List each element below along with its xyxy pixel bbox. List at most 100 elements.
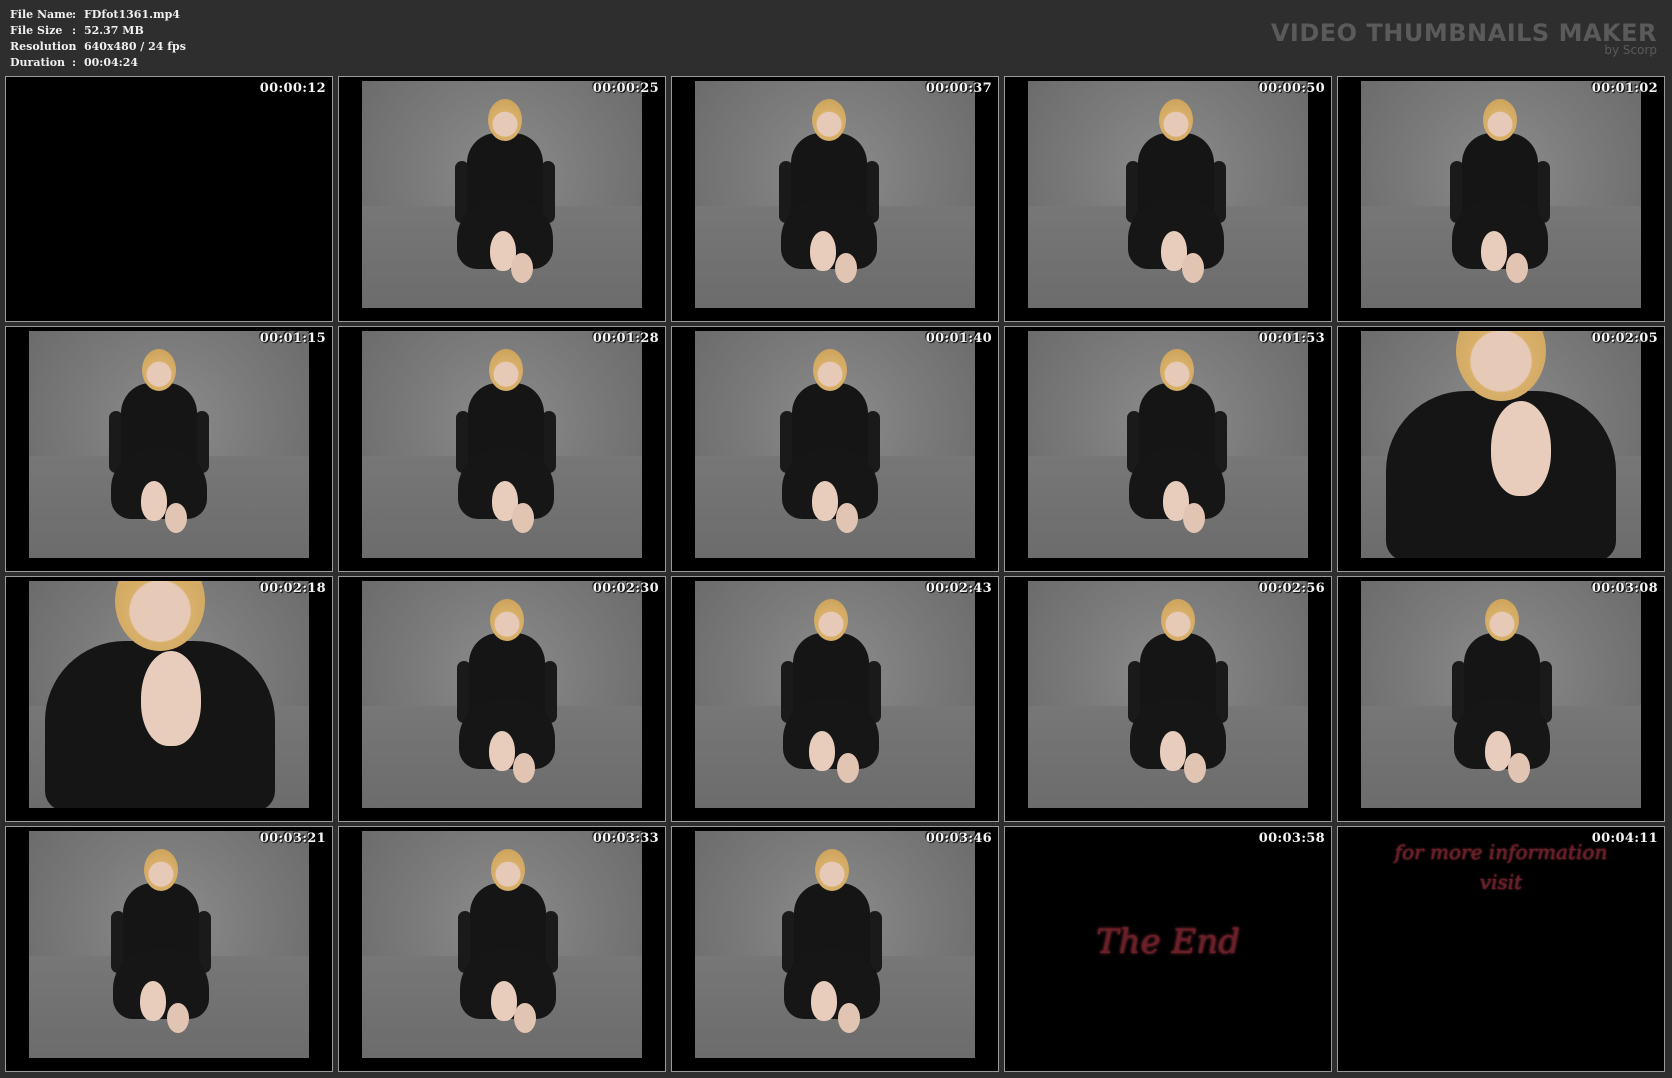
thumbnail-timestamp: 00:03:33 <box>592 831 659 846</box>
figure-foot <box>1183 503 1205 533</box>
figure-foot <box>1491 401 1551 496</box>
thumbnail-timestamp: 00:00:25 <box>592 81 659 96</box>
video-frame <box>1028 581 1308 808</box>
video-frame <box>29 831 309 1058</box>
figure-head <box>142 349 176 391</box>
figure-foot <box>1508 753 1530 783</box>
thumbnail-tile[interactable]: 00:03:46 <box>671 826 999 1072</box>
video-frame <box>1361 331 1641 558</box>
thumbnail-timestamp: 00:01:40 <box>925 331 992 346</box>
thumbnail-tile[interactable]: The End 00:03:58 <box>1004 826 1332 1072</box>
header: File Name : FDfot1361.mp4 File Size : 52… <box>0 0 1672 76</box>
video-frame <box>29 331 309 558</box>
thumbnail-tile[interactable]: 00:02:56 <box>1004 576 1332 822</box>
thumbnail-sheet: File Name : FDfot1361.mp4 File Size : 52… <box>0 0 1672 1078</box>
brand-title: VIDEO THUMBNAILS MAKER <box>1270 19 1657 47</box>
figure-foot <box>167 1003 189 1033</box>
meta-separator: : <box>72 24 77 37</box>
figure-foot <box>514 1003 536 1033</box>
meta-value: 00:04:24 <box>84 56 139 69</box>
figure-head <box>814 599 848 641</box>
figure-foot <box>1506 253 1528 283</box>
meta-label: File Name <box>10 8 73 21</box>
thumbnail-timestamp: 00:03:46 <box>925 831 992 846</box>
thumbnail-tile[interactable]: 00:03:08 <box>1337 576 1665 822</box>
figure-foot <box>513 753 535 783</box>
figure-head <box>1485 599 1519 641</box>
figure-foot <box>489 731 515 771</box>
figure-head <box>144 849 178 891</box>
thumbnail-timestamp: 00:00:37 <box>925 81 992 96</box>
meta-label: File Size <box>10 24 63 37</box>
meta-value: 640x480 / 24 fps <box>84 40 186 53</box>
figure-foot <box>1481 231 1507 271</box>
thumbnail-timestamp: 00:00:50 <box>1258 81 1325 96</box>
figure-foot <box>1160 731 1186 771</box>
meta-row-resolution: Resolution : 640x480 / 24 fps <box>10 39 186 55</box>
figure-foot <box>512 503 534 533</box>
thumbnail-timestamp: 00:02:43 <box>925 581 992 596</box>
thumbnail-tile[interactable]: 00:00:25 <box>338 76 666 322</box>
thumbnail-timestamp: 00:04:11 <box>1591 831 1658 846</box>
figure-foot <box>809 731 835 771</box>
thumbnail-tile[interactable]: 00:01:28 <box>338 326 666 572</box>
thumbnail-timestamp: 00:03:58 <box>1258 831 1325 846</box>
thumbnail-timestamp: 00:01:53 <box>1258 331 1325 346</box>
thumbnail-tile[interactable]: 00:01:02 <box>1337 76 1665 322</box>
figure-head <box>491 849 525 891</box>
figure-foot <box>140 981 166 1021</box>
video-frame <box>1361 81 1641 308</box>
thumbnail-tile[interactable]: 00:02:30 <box>338 576 666 822</box>
figure-head <box>1161 599 1195 641</box>
thumbnail-timestamp: 00:00:12 <box>259 81 326 96</box>
thumbnail-timestamp: 00:02:18 <box>259 581 326 596</box>
figure-foot <box>491 981 517 1021</box>
video-frame <box>362 331 642 558</box>
thumbnail-timestamp: 00:01:02 <box>1591 81 1658 96</box>
figure-head <box>490 599 524 641</box>
meta-row-duration: Duration : 00:04:24 <box>10 55 186 71</box>
meta-label: Duration <box>10 56 66 69</box>
thumbnail-tile[interactable]: for more information visit 00:04:11 <box>1337 826 1665 1072</box>
end-credit-text: The End <box>1096 922 1240 962</box>
video-frame <box>695 81 975 308</box>
video-frame <box>1028 81 1308 308</box>
figure-foot <box>165 503 187 533</box>
figure-head <box>1159 99 1193 141</box>
figure-foot <box>1182 253 1204 283</box>
info-credit-text: for more information visit <box>1338 837 1664 897</box>
thumbnail-tile[interactable]: 00:00:12 <box>5 76 333 322</box>
meta-row-file-name: File Name : FDfot1361.mp4 <box>10 7 186 23</box>
meta-row-file-size: File Size : 52.37 MB <box>10 23 186 39</box>
thumbnail-tile[interactable]: 00:00:50 <box>1004 76 1332 322</box>
figure-foot <box>511 253 533 283</box>
thumbnail-tile[interactable]: 00:01:40 <box>671 326 999 572</box>
video-frame <box>695 831 975 1058</box>
thumbnail-tile[interactable]: 00:02:05 <box>1337 326 1665 572</box>
thumbnail-tile[interactable]: 00:02:18 <box>5 576 333 822</box>
figure-head <box>488 99 522 141</box>
thumbnail-timestamp: 00:03:08 <box>1591 581 1658 596</box>
meta-separator: : <box>72 56 77 69</box>
thumbnail-tile[interactable]: 00:01:53 <box>1004 326 1332 572</box>
video-frame <box>695 581 975 808</box>
meta-label: Resolution <box>10 40 77 53</box>
figure-foot <box>836 503 858 533</box>
thumbnail-tile[interactable]: 00:03:21 <box>5 826 333 1072</box>
thumbnail-tile[interactable]: 00:03:33 <box>338 826 666 1072</box>
figure-foot <box>141 651 201 746</box>
file-metadata: File Name : FDfot1361.mp4 File Size : 52… <box>10 7 186 71</box>
thumbnail-tile[interactable]: 00:01:15 <box>5 326 333 572</box>
video-frame <box>362 831 642 1058</box>
thumbnail-timestamp: 00:03:21 <box>259 831 326 846</box>
thumbnail-timestamp: 00:02:30 <box>592 581 659 596</box>
info-line: visit <box>1479 870 1523 894</box>
thumbnail-grid: 00:00:12 00:00:25 00:00:37 00:00:50 00:01:02… <box>5 76 1667 1072</box>
thumbnail-tile[interactable]: 00:02:43 <box>671 576 999 822</box>
meta-value: FDfot1361.mp4 <box>84 8 180 21</box>
meta-separator: : <box>72 8 77 21</box>
figure-foot <box>812 481 838 521</box>
figure-head <box>1160 349 1194 391</box>
video-frame <box>362 81 642 308</box>
thumbnail-tile[interactable]: 00:00:37 <box>671 76 999 322</box>
